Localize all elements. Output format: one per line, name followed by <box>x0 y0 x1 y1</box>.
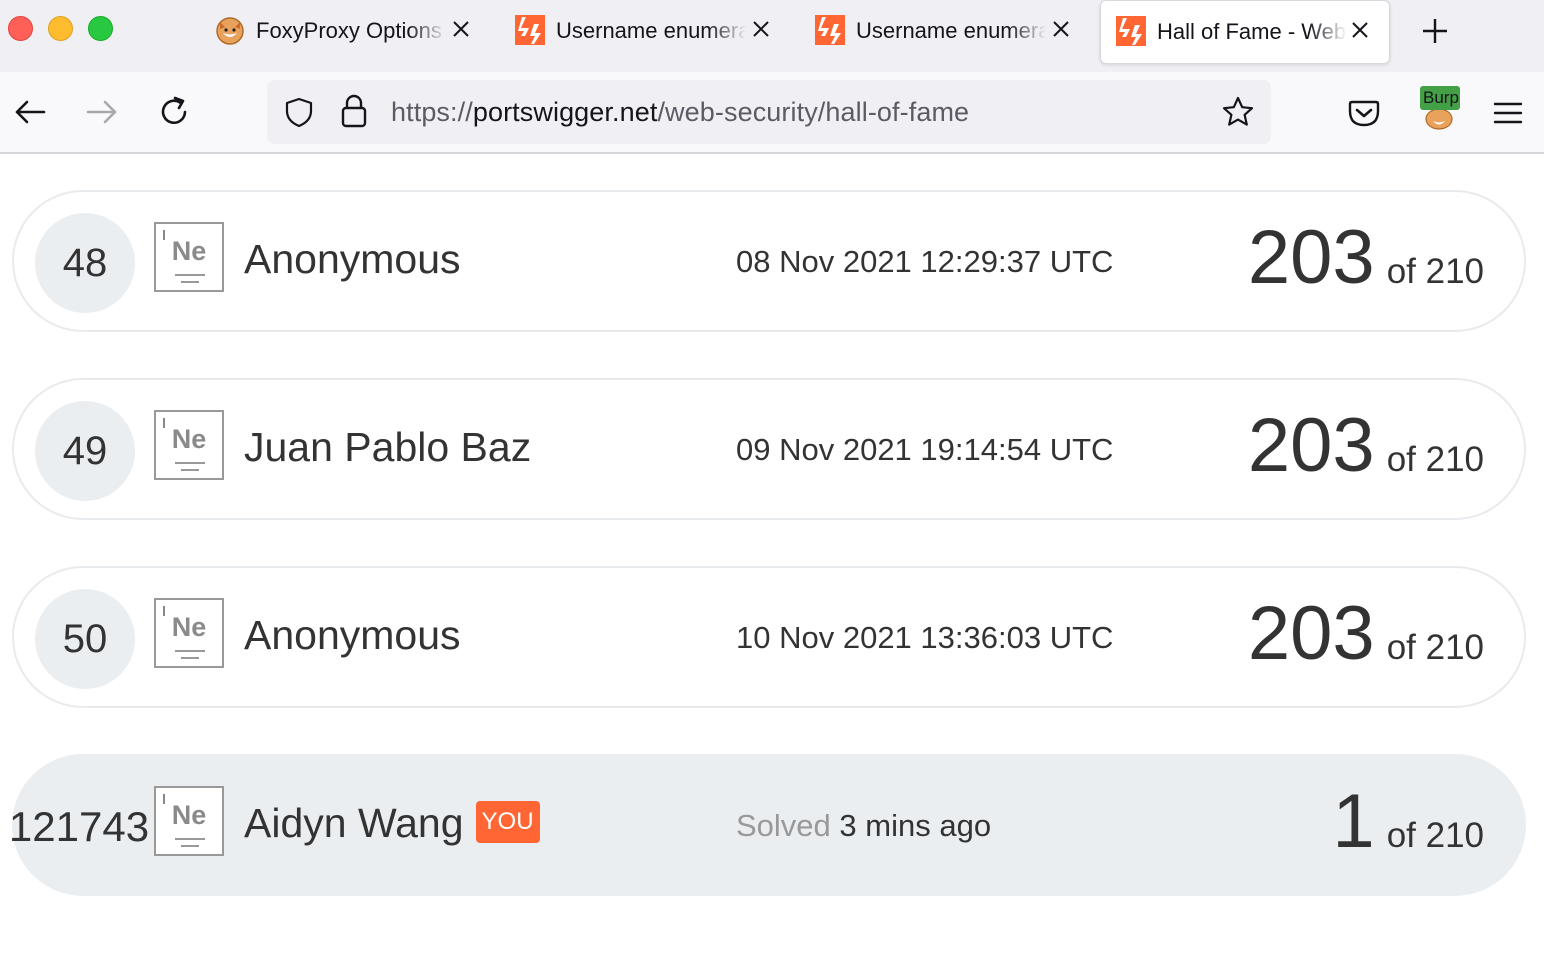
foxyproxy-extension-button[interactable]: Burp <box>1418 86 1464 132</box>
player-name: Aidyn Wang YOU <box>244 800 540 847</box>
tab-title: Hall of Fame - Web Security Academy <box>1157 19 1347 44</box>
element-symbol: Ne <box>171 612 207 642</box>
score-value: 203 <box>1247 591 1375 676</box>
forward-arrow-icon[interactable] <box>84 94 120 130</box>
zoom-window-button[interactable] <box>88 16 113 41</box>
tab-username-enumeration-1[interactable]: Username enumeration <box>500 0 790 64</box>
score-value: 1 <box>1332 779 1375 864</box>
extension-badge: Burp <box>1420 86 1460 110</box>
leaderboard-row: 49 Ne Juan Pablo Baz 09 Nov 2021 19:14:5… <box>12 378 1526 520</box>
tab-hall-of-fame[interactable]: Hall of Fame - Web Security Academy <box>1100 0 1390 64</box>
hamburger-menu-icon[interactable] <box>1490 96 1526 130</box>
tracking-protection-shield-icon[interactable] <box>283 96 315 128</box>
url-host: portswigger.net <box>472 97 658 127</box>
navigation-toolbar: https://portswigger.net/web-security/hal… <box>0 72 1544 154</box>
you-badge: YOU <box>475 801 540 844</box>
element-badge-icon: Ne <box>154 786 224 856</box>
player-name: Juan Pablo Baz <box>244 424 532 470</box>
portswigger-icon <box>515 15 545 45</box>
rank-number: 50 <box>35 589 135 689</box>
close-window-button[interactable] <box>8 16 33 41</box>
minimize-window-button[interactable] <box>48 16 73 41</box>
back-arrow-icon[interactable] <box>12 94 48 130</box>
tab-bar: FoxyProxy Options Username enumeration U… <box>0 0 1544 72</box>
rank-number: 121743 <box>8 803 150 850</box>
player-name: Anonymous <box>244 612 461 658</box>
element-symbol: Ne <box>171 800 207 830</box>
player-name: Anonymous <box>244 236 461 282</box>
element-badge-icon: Ne <box>154 222 224 292</box>
score-value: 203 <box>1247 215 1375 300</box>
score-total: of 210 <box>1386 628 1484 667</box>
solved-time: Solved 3 mins ago <box>736 808 991 844</box>
close-tab-icon[interactable] <box>450 18 472 40</box>
lock-icon[interactable] <box>339 94 369 128</box>
completion-date: 09 Nov 2021 19:14:54 UTC <box>736 432 1114 467</box>
url-scheme: https:// <box>391 97 473 127</box>
tab-title: FoxyProxy Options <box>256 18 442 43</box>
url-bar[interactable]: https://portswigger.net/web-security/hal… <box>267 80 1271 144</box>
element-badge-icon: Ne <box>154 598 224 668</box>
score: 203 of 210 <box>1248 406 1484 486</box>
portswigger-icon <box>1116 16 1146 46</box>
element-symbol: Ne <box>171 236 207 266</box>
bookmark-star-icon[interactable] <box>1221 95 1255 129</box>
reload-icon[interactable] <box>156 94 192 130</box>
url-text[interactable]: https://portswigger.net/web-security/hal… <box>391 97 969 128</box>
completion-date: 10 Nov 2021 13:36:03 UTC <box>736 620 1114 655</box>
element-symbol: Ne <box>171 424 207 454</box>
tab-foxyproxy[interactable]: FoxyProxy Options <box>200 0 490 64</box>
completion-date: 08 Nov 2021 12:29:37 UTC <box>736 244 1114 279</box>
rank-number: 49 <box>35 401 135 501</box>
pocket-icon[interactable] <box>1347 96 1381 130</box>
element-badge-icon: Ne <box>154 410 224 480</box>
foxyproxy-icon <box>216 17 244 45</box>
portswigger-icon <box>815 15 845 45</box>
tab-username-enumeration-2[interactable]: Username enumeration <box>800 0 1090 64</box>
close-tab-icon[interactable] <box>1349 19 1371 41</box>
score-value: 203 <box>1247 403 1375 488</box>
current-user-row: 121743 Ne Aidyn Wang YOU Solved 3 mins ag… <box>9 754 1526 896</box>
new-tab-plus-icon[interactable] <box>1418 14 1452 48</box>
score-total: of 210 <box>1386 252 1484 291</box>
player-name-text: Aidyn Wang <box>244 800 464 846</box>
rank-number: 48 <box>35 213 135 313</box>
leaderboard-row: 48 Ne Anonymous 08 Nov 2021 12:29:37 UTC… <box>12 190 1526 332</box>
score: 203 of 210 <box>1248 594 1484 674</box>
solved-label: Solved <box>736 808 831 843</box>
hall-of-fame-list: 48 Ne Anonymous 08 Nov 2021 12:29:37 UTC… <box>0 156 1544 964</box>
score: 203 of 210 <box>1248 218 1484 298</box>
close-tab-icon[interactable] <box>750 18 772 40</box>
score-total: of 210 <box>1386 440 1484 479</box>
url-path: /web-security/hall-of-fame <box>657 97 970 127</box>
solved-time-value: 3 mins ago <box>839 808 992 843</box>
tab-title: Username enumeration <box>556 18 746 43</box>
score-total: of 210 <box>1386 816 1484 855</box>
leaderboard-row: 50 Ne Anonymous 10 Nov 2021 13:36:03 UTC… <box>12 566 1526 708</box>
score: 1 of 210 <box>1332 782 1484 862</box>
close-tab-icon[interactable] <box>1050 18 1072 40</box>
tab-title: Username enumeration <box>856 18 1046 43</box>
